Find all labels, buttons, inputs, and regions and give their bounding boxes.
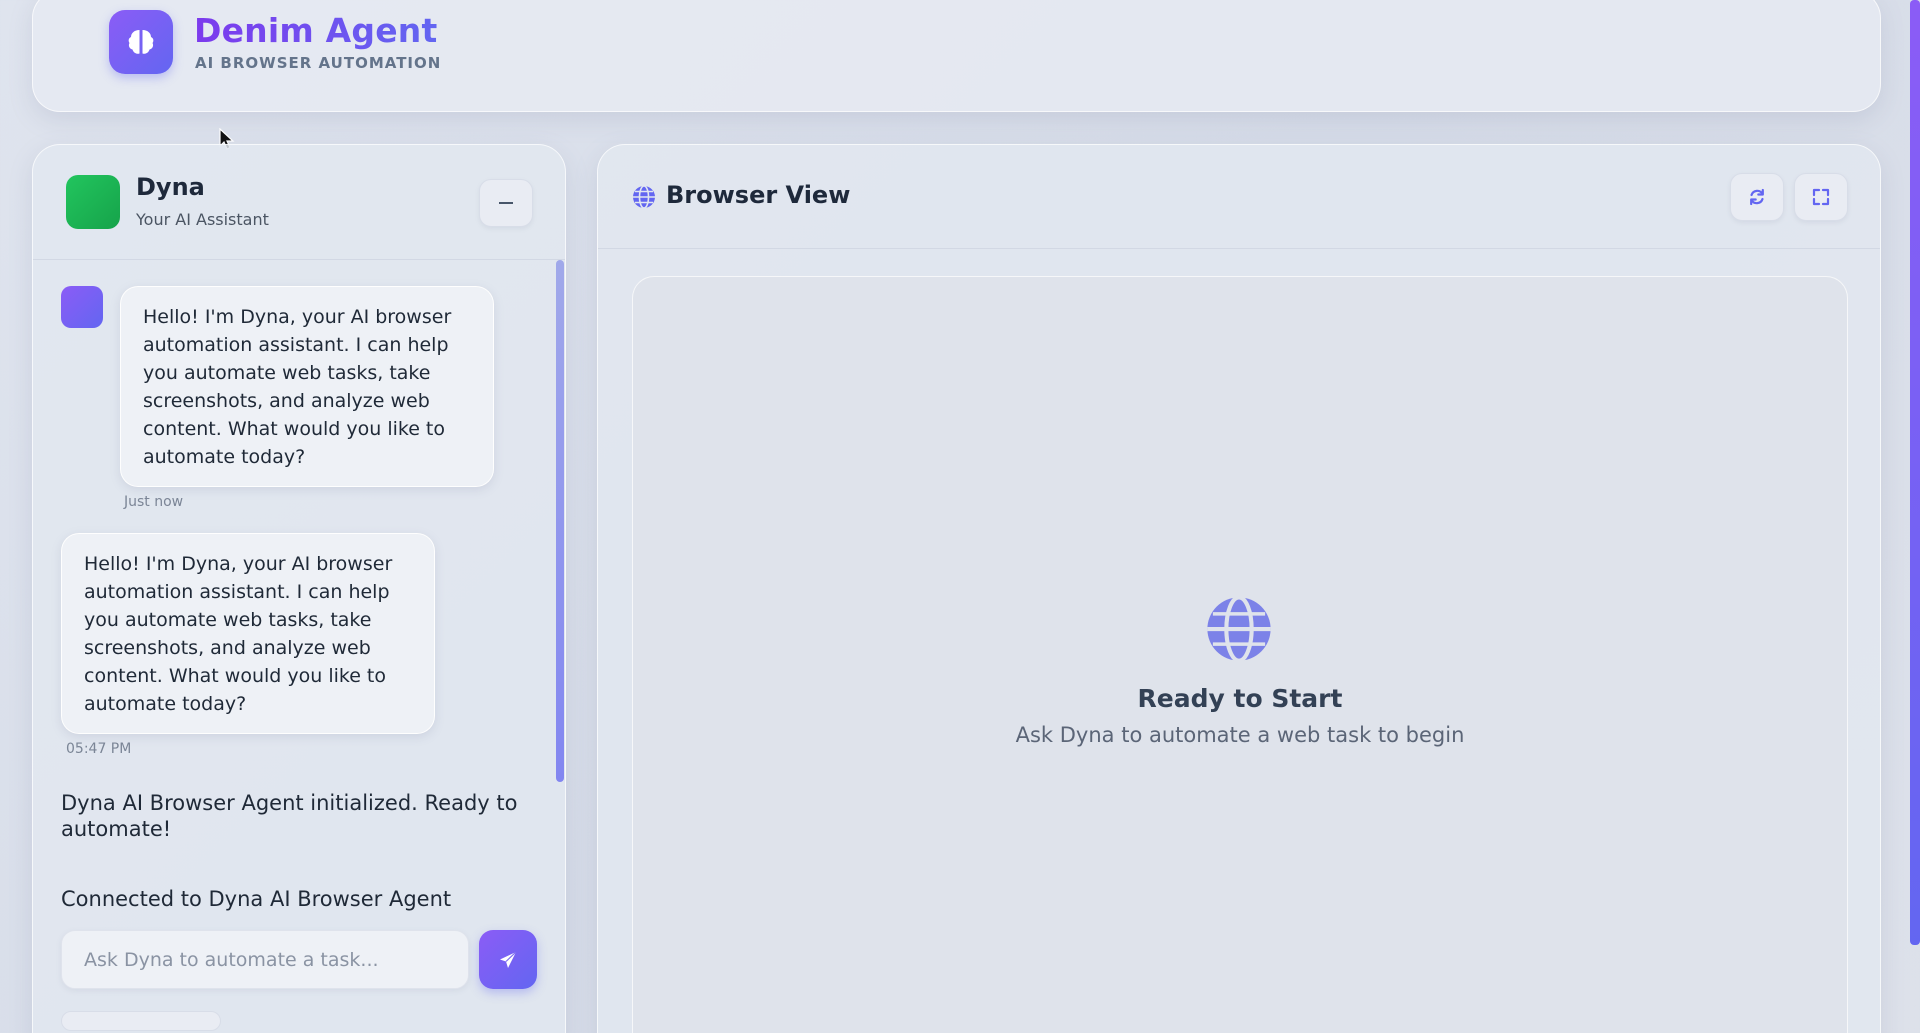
assistant-avatar: [66, 175, 120, 229]
browser-header: Browser View: [598, 145, 1880, 249]
refresh-button[interactable]: [1730, 173, 1784, 221]
chat-input[interactable]: [61, 930, 469, 989]
chat-message-bubble: Hello! I'm Dyna, your AI browser automat…: [61, 533, 435, 734]
empty-state-subtitle: Ask Dyna to automate a web task to begin: [1015, 723, 1465, 747]
brain-icon: [109, 10, 173, 74]
chat-message-bubble: Hello! I'm Dyna, your AI browser automat…: [120, 286, 494, 487]
app-subtitle: AI BROWSER AUTOMATION: [195, 54, 442, 72]
message-timestamp: 05:47 PM: [66, 741, 132, 757]
chat-panel: Dyna Your AI Assistant Hello! I'm Dyna, …: [32, 144, 566, 1033]
empty-state-title: Ready to Start: [1137, 684, 1343, 713]
app-title: Denim Agent: [194, 11, 438, 50]
chat-scrollbar[interactable]: [556, 260, 564, 782]
browser-panel: Browser View: [597, 144, 1881, 1033]
fullscreen-button[interactable]: [1794, 173, 1848, 221]
chat-header: Dyna Your AI Assistant: [33, 145, 565, 260]
browser-view-title: Browser View: [666, 181, 851, 209]
send-button[interactable]: [479, 930, 537, 989]
chat-input-area: [33, 920, 565, 1033]
globe-icon: [633, 185, 655, 209]
system-message: Dyna AI Browser Agent initialized. Ready…: [61, 791, 518, 841]
assistant-role: Your AI Assistant: [136, 210, 269, 229]
minus-icon: [499, 202, 513, 204]
message-timestamp: Just now: [124, 494, 184, 510]
page-scrollbar[interactable]: [1910, 0, 1920, 945]
paper-plane-icon: [500, 951, 517, 968]
minimize-button[interactable]: [479, 179, 533, 227]
globe-icon: [1207, 596, 1271, 662]
refresh-icon: [1750, 188, 1764, 206]
expand-icon: [1812, 188, 1830, 206]
app-header: Denim Agent AI BROWSER AUTOMATION: [32, 0, 1881, 112]
quick-action-chip[interactable]: [61, 1011, 221, 1031]
assistant-name: Dyna: [136, 173, 205, 201]
system-message: Connected to Dyna AI Browser Agent: [61, 887, 452, 911]
bot-avatar: [61, 286, 103, 328]
